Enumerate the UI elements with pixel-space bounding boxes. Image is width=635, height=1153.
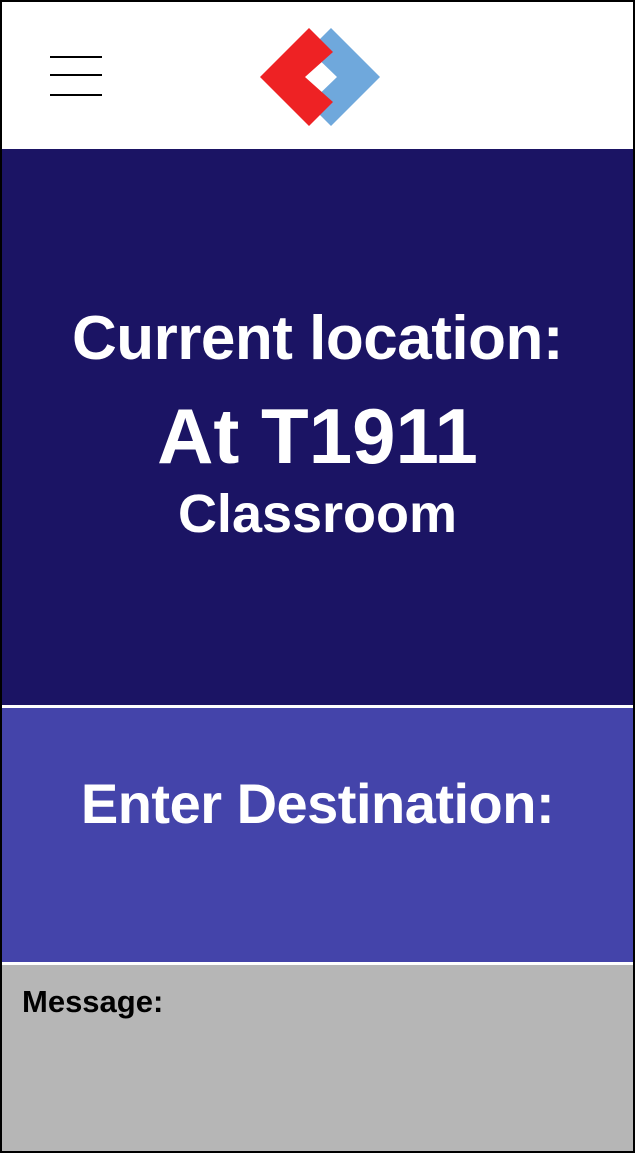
app-frame: Current location: At T1911 Classroom Ent…	[0, 0, 635, 1153]
menu-line	[50, 56, 102, 58]
menu-line	[50, 94, 102, 96]
logo-red-diamond	[260, 28, 333, 126]
destination-label: Enter Destination:	[80, 772, 555, 835]
message-panel: Message:	[2, 965, 633, 1151]
logo-icon	[260, 28, 380, 126]
current-location-value: At T1911	[157, 392, 478, 480]
current-location-detail: Classroom	[177, 484, 458, 544]
destination-input-area[interactable]: Enter Destination:	[2, 708, 633, 962]
current-location-label: Current location:	[72, 304, 563, 373]
current-location-panel: Current location: At T1911 Classroom	[2, 149, 633, 705]
header	[2, 2, 633, 149]
menu-line	[50, 74, 102, 76]
menu-button[interactable]	[48, 54, 104, 98]
message-label: Message:	[22, 984, 164, 1019]
